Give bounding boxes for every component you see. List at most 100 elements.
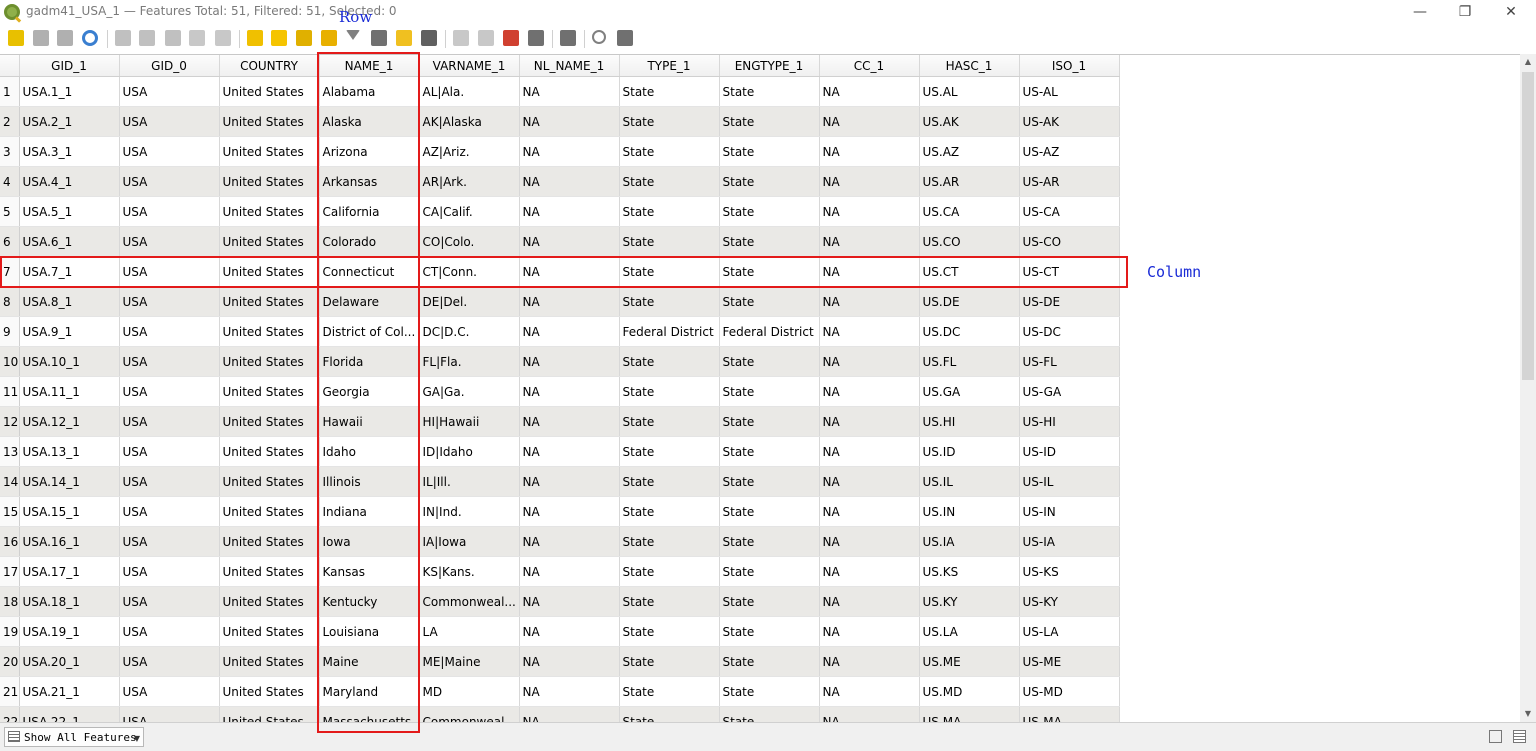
cell-nl-name-1[interactable]: NA xyxy=(519,286,620,317)
actions-icon[interactable] xyxy=(560,30,576,46)
table-row[interactable]: 20 USA.20_1 USA United States Maine ME|Maine N… xyxy=(0,646,1123,677)
cell-country[interactable]: United States xyxy=(219,196,320,227)
column-header-name-1[interactable]: NAME_1 xyxy=(319,55,420,77)
cell-iso-1[interactable]: US-MD xyxy=(1019,676,1120,707)
cell-name-1[interactable]: Louisiana xyxy=(319,616,420,647)
cell-nl-name-1[interactable]: NA xyxy=(519,226,620,257)
cell-cc-1[interactable]: NA xyxy=(819,286,920,317)
cell-name-1[interactable]: Arkansas xyxy=(319,166,420,197)
cell-name-1[interactable]: Florida xyxy=(319,346,420,377)
table-row[interactable]: 4 USA.4_1 USA United States Arkansas AR|Ark. N… xyxy=(0,166,1123,197)
cell-name-1[interactable]: Arizona xyxy=(319,136,420,167)
pan-map-icon[interactable] xyxy=(396,30,412,46)
cell-nl-name-1[interactable]: NA xyxy=(519,376,620,407)
cell-gid-1[interactable]: USA.4_1 xyxy=(19,166,120,197)
row-number[interactable]: 3 xyxy=(0,136,20,167)
cell-nl-name-1[interactable]: NA xyxy=(519,256,620,287)
cell-gid-1[interactable]: USA.21_1 xyxy=(19,676,120,707)
cell-name-1[interactable]: California xyxy=(319,196,420,227)
table-row[interactable]: 8 USA.8_1 USA United States Delaware DE|Del. N… xyxy=(0,286,1123,317)
field-calculator-icon[interactable] xyxy=(503,30,519,46)
cell-gid-0[interactable]: USA xyxy=(119,406,220,437)
cell-gid-1[interactable]: USA.17_1 xyxy=(19,556,120,587)
cell-gid-0[interactable]: USA xyxy=(119,676,220,707)
table-row[interactable]: 12 USA.12_1 USA United States Hawaii HI|Hawai… xyxy=(0,406,1123,437)
column-header-hasc-1[interactable]: HASC_1 xyxy=(919,55,1020,77)
delete-feature-icon[interactable] xyxy=(139,30,155,46)
cell-cc-1[interactable]: NA xyxy=(819,706,920,723)
cell-cc-1[interactable]: NA xyxy=(819,376,920,407)
cell-hasc-1[interactable]: US.FL xyxy=(919,346,1020,377)
cell-hasc-1[interactable]: US.HI xyxy=(919,406,1020,437)
cell-name-1[interactable]: Maine xyxy=(319,646,420,677)
row-number[interactable]: 22 xyxy=(0,706,20,723)
expression-select-icon[interactable] xyxy=(247,30,263,46)
row-number[interactable]: 4 xyxy=(0,166,20,197)
column-header-iso-1[interactable]: ISO_1 xyxy=(1019,55,1120,77)
cell-country[interactable]: United States xyxy=(219,286,320,317)
cell-iso-1[interactable]: US-FL xyxy=(1019,346,1120,377)
cell-iso-1[interactable]: US-DC xyxy=(1019,316,1120,347)
cell-hasc-1[interactable]: US.AL xyxy=(919,76,1020,107)
cell-gid-1[interactable]: USA.19_1 xyxy=(19,616,120,647)
multi-edit-icon[interactable] xyxy=(33,30,49,46)
cell-country[interactable]: United States xyxy=(219,436,320,467)
cell-engtype-1[interactable]: State xyxy=(719,346,820,377)
cell-hasc-1[interactable]: US.AZ xyxy=(919,136,1020,167)
cell-engtype-1[interactable]: State xyxy=(719,466,820,497)
column-header-type-1[interactable]: TYPE_1 xyxy=(619,55,720,77)
cell-hasc-1[interactable]: US.AR xyxy=(919,166,1020,197)
row-number[interactable]: 8 xyxy=(0,286,20,317)
cell-varname-1[interactable]: IN|Ind. xyxy=(419,496,520,527)
cell-country[interactable]: United States xyxy=(219,226,320,257)
cell-nl-name-1[interactable]: NA xyxy=(519,676,620,707)
filter-icon[interactable] xyxy=(346,30,360,40)
cell-varname-1[interactable]: IA|Iowa xyxy=(419,526,520,557)
cell-engtype-1[interactable]: State xyxy=(719,106,820,137)
cell-type-1[interactable]: State xyxy=(619,196,720,227)
cell-iso-1[interactable]: US-AL xyxy=(1019,76,1120,107)
cell-varname-1[interactable]: CA|Calif. xyxy=(419,196,520,227)
cell-iso-1[interactable]: US-IA xyxy=(1019,526,1120,557)
cell-hasc-1[interactable]: US.AK xyxy=(919,106,1020,137)
scroll-down-icon[interactable]: ▼ xyxy=(1520,706,1536,722)
cell-engtype-1[interactable]: State xyxy=(719,166,820,197)
cell-hasc-1[interactable]: US.DC xyxy=(919,316,1020,347)
cell-iso-1[interactable]: US-KY xyxy=(1019,586,1120,617)
cell-type-1[interactable]: State xyxy=(619,376,720,407)
cell-cc-1[interactable]: NA xyxy=(819,646,920,677)
cell-hasc-1[interactable]: US.ID xyxy=(919,436,1020,467)
cell-name-1[interactable]: Hawaii xyxy=(319,406,420,437)
cell-gid-0[interactable]: USA xyxy=(119,286,220,317)
cell-cc-1[interactable]: NA xyxy=(819,586,920,617)
vertical-scrollbar[interactable]: ▲ ▼ xyxy=(1520,54,1536,722)
row-number[interactable]: 1 xyxy=(0,76,20,107)
cell-gid-1[interactable]: USA.7_1 xyxy=(19,256,120,287)
row-number[interactable]: 9 xyxy=(0,316,20,347)
cell-country[interactable]: United States xyxy=(219,166,320,197)
cell-varname-1[interactable]: AL|Ala. xyxy=(419,76,520,107)
cell-gid-1[interactable]: USA.16_1 xyxy=(19,526,120,557)
row-number[interactable]: 17 xyxy=(0,556,20,587)
table-row[interactable]: 15 USA.15_1 USA United States Indiana IN|Ind.… xyxy=(0,496,1123,527)
cell-gid-0[interactable]: USA xyxy=(119,166,220,197)
cell-cc-1[interactable]: NA xyxy=(819,436,920,467)
cell-engtype-1[interactable]: State xyxy=(719,646,820,677)
cell-gid-0[interactable]: USA xyxy=(119,76,220,107)
cell-iso-1[interactable]: US-CT xyxy=(1019,256,1120,287)
cell-name-1[interactable]: District of Col... xyxy=(319,316,420,347)
cell-name-1[interactable]: Indiana xyxy=(319,496,420,527)
corner-header[interactable] xyxy=(0,55,20,77)
cell-gid-1[interactable]: USA.13_1 xyxy=(19,436,120,467)
delete-field-icon[interactable] xyxy=(478,30,494,46)
reload-icon[interactable] xyxy=(82,30,98,46)
cell-cc-1[interactable]: NA xyxy=(819,166,920,197)
cell-hasc-1[interactable]: US.KS xyxy=(919,556,1020,587)
cell-engtype-1[interactable]: State xyxy=(719,256,820,287)
cell-varname-1[interactable]: Commonweal... xyxy=(419,706,520,723)
cell-type-1[interactable]: State xyxy=(619,226,720,257)
cell-name-1[interactable]: Massachusetts xyxy=(319,706,420,723)
cell-type-1[interactable]: State xyxy=(619,166,720,197)
cell-iso-1[interactable]: US-MA xyxy=(1019,706,1120,723)
cell-nl-name-1[interactable]: NA xyxy=(519,106,620,137)
